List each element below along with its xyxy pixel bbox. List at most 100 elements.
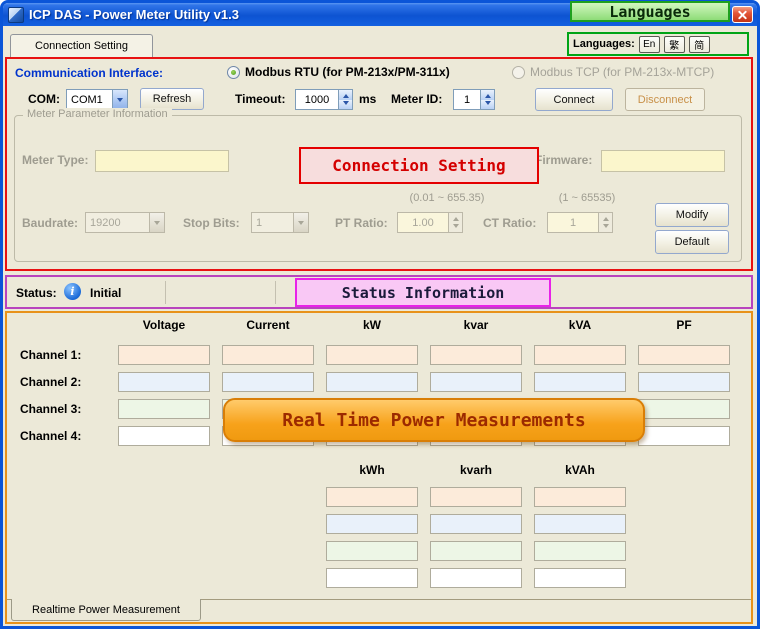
connect-button[interactable]: Connect bbox=[535, 88, 613, 111]
radio-unchecked-icon bbox=[512, 65, 525, 79]
measurement-field[interactable] bbox=[638, 372, 730, 392]
callout-languages: Languages bbox=[570, 1, 730, 22]
com-port-select[interactable]: COM1 bbox=[66, 89, 128, 110]
chevron-down-icon[interactable] bbox=[112, 90, 127, 109]
column-header-kw: kW bbox=[363, 318, 381, 332]
baudrate-select[interactable]: 19200 bbox=[85, 212, 165, 233]
tab-connection-setting-label: Connection Setting bbox=[35, 40, 128, 52]
modbus-rtu-radio[interactable]: Modbus RTU (for PM-213x/PM-311x) bbox=[227, 65, 450, 79]
meter-id-value: 1 bbox=[463, 93, 471, 106]
separator bbox=[165, 281, 166, 304]
energy-field[interactable] bbox=[534, 487, 626, 507]
stop-bits-label: Stop Bits: bbox=[183, 216, 240, 230]
energy-field[interactable] bbox=[430, 514, 522, 534]
column-header-current: Current bbox=[246, 318, 290, 332]
languages-bar: Languages: En 繁 简 bbox=[567, 32, 749, 56]
stop-bits-select[interactable]: 1 bbox=[251, 212, 309, 233]
chevron-down-icon bbox=[293, 213, 308, 232]
close-button[interactable] bbox=[732, 6, 753, 23]
energy-field[interactable] bbox=[430, 568, 522, 588]
measurement-field[interactable] bbox=[118, 399, 210, 419]
energy-field[interactable] bbox=[534, 541, 626, 561]
spinner-arrows-icon[interactable] bbox=[480, 90, 494, 109]
tab-connection-setting[interactable]: Connection Setting bbox=[10, 34, 153, 57]
column-header-pf: PF bbox=[676, 318, 692, 332]
timeout-label: Timeout: bbox=[235, 92, 286, 106]
pt-ratio-label: PT Ratio: bbox=[335, 216, 388, 230]
energy-field[interactable] bbox=[430, 541, 522, 561]
meter-id-spinner[interactable]: 1 bbox=[453, 89, 495, 110]
ct-ratio-label: CT Ratio: bbox=[483, 216, 537, 230]
measurement-field[interactable] bbox=[222, 372, 314, 392]
stop-bits-value: 1 bbox=[256, 216, 263, 229]
language-traditional-chinese-button[interactable]: 繁 bbox=[663, 35, 685, 53]
tab-realtime-label: Realtime Power Measurement bbox=[32, 603, 180, 616]
energy-field[interactable] bbox=[326, 487, 418, 507]
channel-1-label: Channel 1: bbox=[20, 348, 82, 362]
column-header-kvarh: kvarh bbox=[459, 463, 493, 477]
energy-field[interactable] bbox=[326, 541, 418, 561]
energy-field[interactable] bbox=[430, 487, 522, 507]
callout-realtime-measurements: Real Time Power Measurements bbox=[223, 398, 645, 442]
language-simplified-chinese-button[interactable]: 简 bbox=[688, 35, 710, 53]
spinner-arrows-icon bbox=[598, 213, 612, 232]
callout-connection-setting: Connection Setting bbox=[299, 147, 539, 184]
measurement-field[interactable] bbox=[118, 426, 210, 446]
disconnect-button[interactable]: Disconnect bbox=[625, 88, 705, 111]
app-icon bbox=[8, 6, 24, 23]
refresh-button[interactable]: Refresh bbox=[140, 88, 204, 110]
spinner-arrows-icon[interactable] bbox=[338, 90, 352, 109]
measurement-field[interactable] bbox=[326, 372, 418, 392]
communication-interface-label: Communication Interface: bbox=[15, 66, 164, 80]
meter-type-field[interactable] bbox=[95, 150, 229, 172]
language-en-button[interactable]: En bbox=[638, 35, 660, 53]
meter-parameter-group-title: Meter Parameter Information bbox=[23, 108, 172, 120]
measurement-field[interactable] bbox=[430, 372, 522, 392]
status-label: Status: bbox=[16, 286, 57, 300]
column-header-kva: kVA bbox=[568, 318, 592, 332]
pt-ratio-value: 1.00 bbox=[412, 216, 434, 229]
modify-button[interactable]: Modify bbox=[655, 203, 729, 227]
default-button[interactable]: Default bbox=[655, 230, 729, 254]
energy-field[interactable] bbox=[534, 568, 626, 588]
modbus-tcp-radio[interactable]: Modbus TCP (for PM-213x-MTCP) bbox=[512, 65, 714, 79]
firmware-field[interactable] bbox=[601, 150, 725, 172]
measurement-field[interactable] bbox=[638, 426, 730, 446]
separator bbox=[275, 281, 276, 304]
timeout-value: 1000 bbox=[304, 93, 330, 106]
measurement-field[interactable] bbox=[430, 345, 522, 365]
measurement-field[interactable] bbox=[638, 345, 730, 365]
modbus-rtu-label: Modbus RTU (for PM-213x/PM-311x) bbox=[245, 65, 450, 79]
measurements-section: Voltage Current kW kvar kVA PF Channel 1… bbox=[5, 311, 753, 624]
spinner-arrows-icon bbox=[448, 213, 462, 232]
measurement-field[interactable] bbox=[222, 345, 314, 365]
measurement-field[interactable] bbox=[118, 345, 210, 365]
callout-status-information: Status Information bbox=[295, 278, 551, 307]
pt-ratio-spinner[interactable]: 1.00 bbox=[397, 212, 463, 233]
meter-type-label: Meter Type: bbox=[22, 153, 89, 167]
tab-realtime-power-measurement[interactable]: Realtime Power Measurement bbox=[11, 599, 201, 621]
channel-2-label: Channel 2: bbox=[20, 375, 82, 389]
column-header-kvar: kvar bbox=[463, 318, 489, 332]
com-port-value: COM1 bbox=[71, 93, 103, 106]
energy-field[interactable] bbox=[326, 568, 418, 588]
measurement-field[interactable] bbox=[118, 372, 210, 392]
column-header-kvah: kVAh bbox=[565, 463, 595, 477]
meter-parameter-group: Meter Parameter Information Meter Type: … bbox=[14, 108, 742, 262]
languages-label: Languages: bbox=[573, 38, 635, 50]
radio-checked-icon bbox=[227, 65, 240, 79]
column-header-kwh: kWh bbox=[359, 463, 385, 477]
timeout-spinner[interactable]: 1000 bbox=[295, 89, 353, 110]
measurement-field[interactable] bbox=[638, 399, 730, 419]
measurement-field[interactable] bbox=[534, 345, 626, 365]
energy-field[interactable] bbox=[534, 514, 626, 534]
chevron-down-icon bbox=[149, 213, 164, 232]
energy-field[interactable] bbox=[326, 514, 418, 534]
measurement-field[interactable] bbox=[534, 372, 626, 392]
firmware-label: Firmware: bbox=[535, 153, 593, 167]
baudrate-label: Baudrate: bbox=[22, 216, 79, 230]
channel-4-label: Channel 4: bbox=[20, 429, 82, 443]
ct-ratio-spinner[interactable]: 1 bbox=[547, 212, 613, 233]
ct-ratio-value: 1 bbox=[569, 216, 577, 229]
measurement-field[interactable] bbox=[326, 345, 418, 365]
